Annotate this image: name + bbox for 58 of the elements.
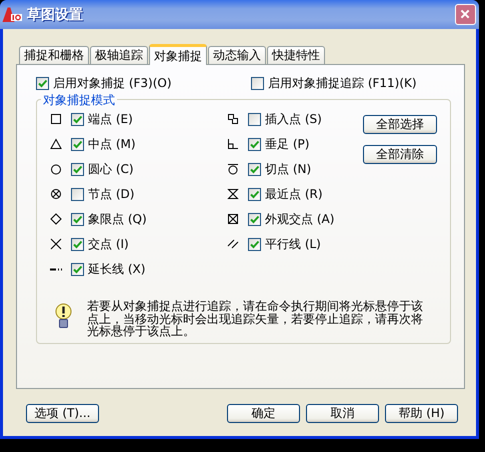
checkbox-label: 圆心 (C) xyxy=(88,160,134,178)
checkbox-label: 平行线 (L) xyxy=(265,236,321,252)
checkbox[interactable] xyxy=(248,162,261,176)
hourglass-icon xyxy=(227,188,239,200)
checkbox[interactable] xyxy=(248,138,261,150)
checkbox[interactable] xyxy=(251,76,264,90)
checkbox-label: 延长线 (X) xyxy=(88,260,146,278)
mode-button[interactable]: 全部选择 xyxy=(363,115,437,134)
checkbox-label: 中点 (M) xyxy=(88,136,136,152)
checkbox[interactable] xyxy=(71,188,84,200)
checkbox[interactable] xyxy=(71,212,84,226)
checkbox-label: 端点 (E) xyxy=(88,110,133,128)
checkbox[interactable] xyxy=(36,76,49,90)
checkbox[interactable] xyxy=(71,238,84,250)
cross-icon xyxy=(50,238,62,250)
checkbox-label: 启用对象捕捉 (F3)(O) xyxy=(53,74,172,92)
close-icon[interactable] xyxy=(455,4,476,25)
checkbox-label: 切点 (N) xyxy=(265,160,312,178)
lightbulb-icon xyxy=(55,303,72,330)
checkbox-label: 节点 (D) xyxy=(88,186,134,202)
dialog-button[interactable]: 确定 xyxy=(227,404,300,423)
crossed-square-icon xyxy=(227,213,239,225)
tab[interactable]: 捕捉和栅格 xyxy=(19,46,89,64)
checkbox[interactable] xyxy=(248,188,261,200)
tab[interactable]: 极轴追踪 xyxy=(90,46,148,64)
tab[interactable]: 快捷特性 xyxy=(267,46,325,64)
right-angle-icon xyxy=(227,138,239,150)
window-title: 草图设置 xyxy=(27,6,84,24)
checkbox-label: 外观交点 (A) xyxy=(265,210,334,228)
group-title: 对象捕捉模式 xyxy=(41,92,117,109)
dialog-button[interactable]: 帮助 (H) xyxy=(385,404,458,423)
stepped-squares-icon xyxy=(227,113,239,125)
mode-button[interactable]: 全部清除 xyxy=(363,145,437,164)
triangle-icon xyxy=(50,138,62,150)
tab[interactable]: 对象捕捉 xyxy=(149,44,207,65)
checkbox[interactable] xyxy=(71,262,84,276)
checkbox[interactable] xyxy=(71,112,84,126)
checkbox-label: 插入点 (S) xyxy=(265,110,322,128)
checkbox-label: 启用对象捕捉追踪 (F11)(K) xyxy=(268,74,417,92)
checkbox[interactable] xyxy=(248,238,261,250)
diamond-icon xyxy=(50,213,62,225)
app-logo-icon xyxy=(2,6,22,22)
options-button[interactable]: 选项 (T)... xyxy=(26,404,99,423)
checkbox-label: 象限点 (Q) xyxy=(88,210,147,228)
crossed-circle-icon xyxy=(50,188,62,200)
checkbox-label: 交点 (I) xyxy=(88,236,129,252)
parallel-lines-icon xyxy=(227,238,239,250)
tab[interactable]: 动态输入 xyxy=(208,46,266,64)
checkbox[interactable] xyxy=(248,212,261,226)
circle-icon xyxy=(50,163,62,175)
dialog-button[interactable]: 取消 xyxy=(306,404,379,423)
checkbox[interactable] xyxy=(71,162,84,176)
square-icon xyxy=(50,113,62,125)
checkbox[interactable] xyxy=(248,112,261,126)
checkbox[interactable] xyxy=(71,138,84,150)
tip-text: 若要从对象捕捉点进行追踪，请在命令执行期间将光标悬停于该点上，当移动光标时会出现追踪矢量，若要停止追踪，请再次将光标悬停于该点上。 xyxy=(87,300,424,338)
checkbox-label: 垂足 (P) xyxy=(265,136,310,152)
checkbox-label: 最近点 (R) xyxy=(265,186,323,202)
